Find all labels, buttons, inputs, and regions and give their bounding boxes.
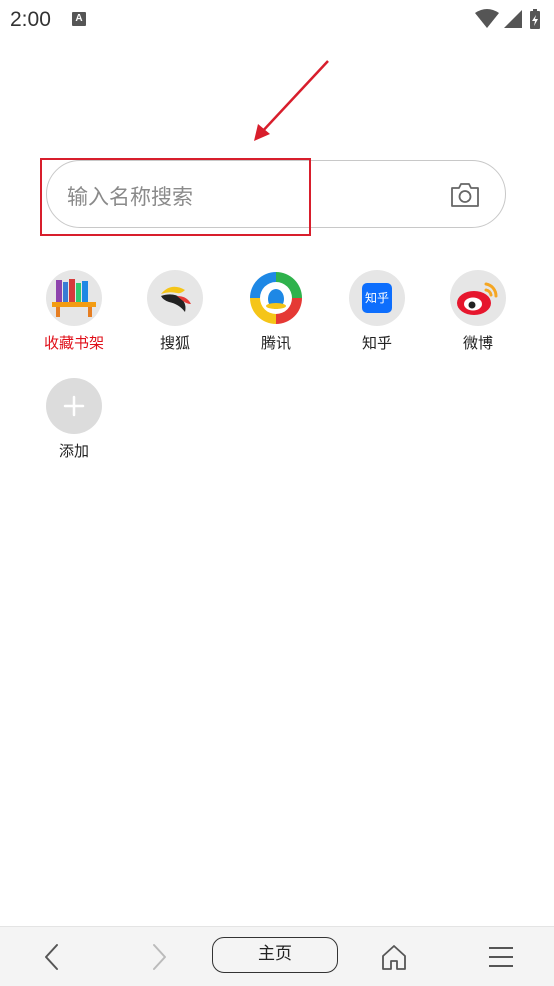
shortcut-label: 知乎 [361,334,392,352]
hamburger-menu-icon [489,946,513,967]
annotation-highlight-box [40,158,311,236]
annotation-arrow [254,60,329,141]
house-icon [382,944,406,970]
shortcut-zhihu[interactable]: 知乎 知乎 [327,270,427,353]
shortcut-tencent[interactable]: 腾讯 [226,270,326,353]
plus-icon [46,378,102,434]
chevron-right-icon [153,943,166,970]
shortcut-label: 搜狐 [159,334,190,352]
wifi-icon [475,9,499,28]
shortcut-weibo[interactable]: 微博 [428,270,528,353]
home-button[interactable] [372,927,416,986]
zhihu-icon: 知乎 [349,270,405,326]
back-button[interactable] [30,927,74,986]
status-icons [474,8,546,30]
notification-a-icon: A [72,12,86,26]
weibo-icon [450,270,506,326]
chevron-left-icon [45,943,58,970]
battery-icon [530,9,540,29]
camera-icon[interactable] [449,181,481,213]
shortcut-label: 添加 [58,442,89,460]
tencent-icon [248,270,304,326]
sohu-icon [147,270,203,326]
home-tab-button[interactable]: 主页 [212,937,338,973]
shortcut-label: 微博 [462,334,493,352]
status-time: 2:00 [10,8,51,31]
signal-icon [504,10,522,28]
bookshelf-icon [46,270,102,326]
zhihu-logo-text: 知乎 [362,283,392,313]
menu-button[interactable] [479,927,523,986]
shortcut-add[interactable]: 添加 [24,378,124,461]
shortcut-bookshelf[interactable]: 收藏书架 [24,270,124,353]
shortcut-sohu[interactable]: 搜狐 [125,270,225,353]
forward-button[interactable] [137,927,181,986]
shortcut-label: 腾讯 [260,334,291,352]
shortcut-label: 收藏书架 [43,334,104,352]
bottom-nav: 主页 [0,926,554,986]
status-bar: 2:00 A [0,0,554,40]
